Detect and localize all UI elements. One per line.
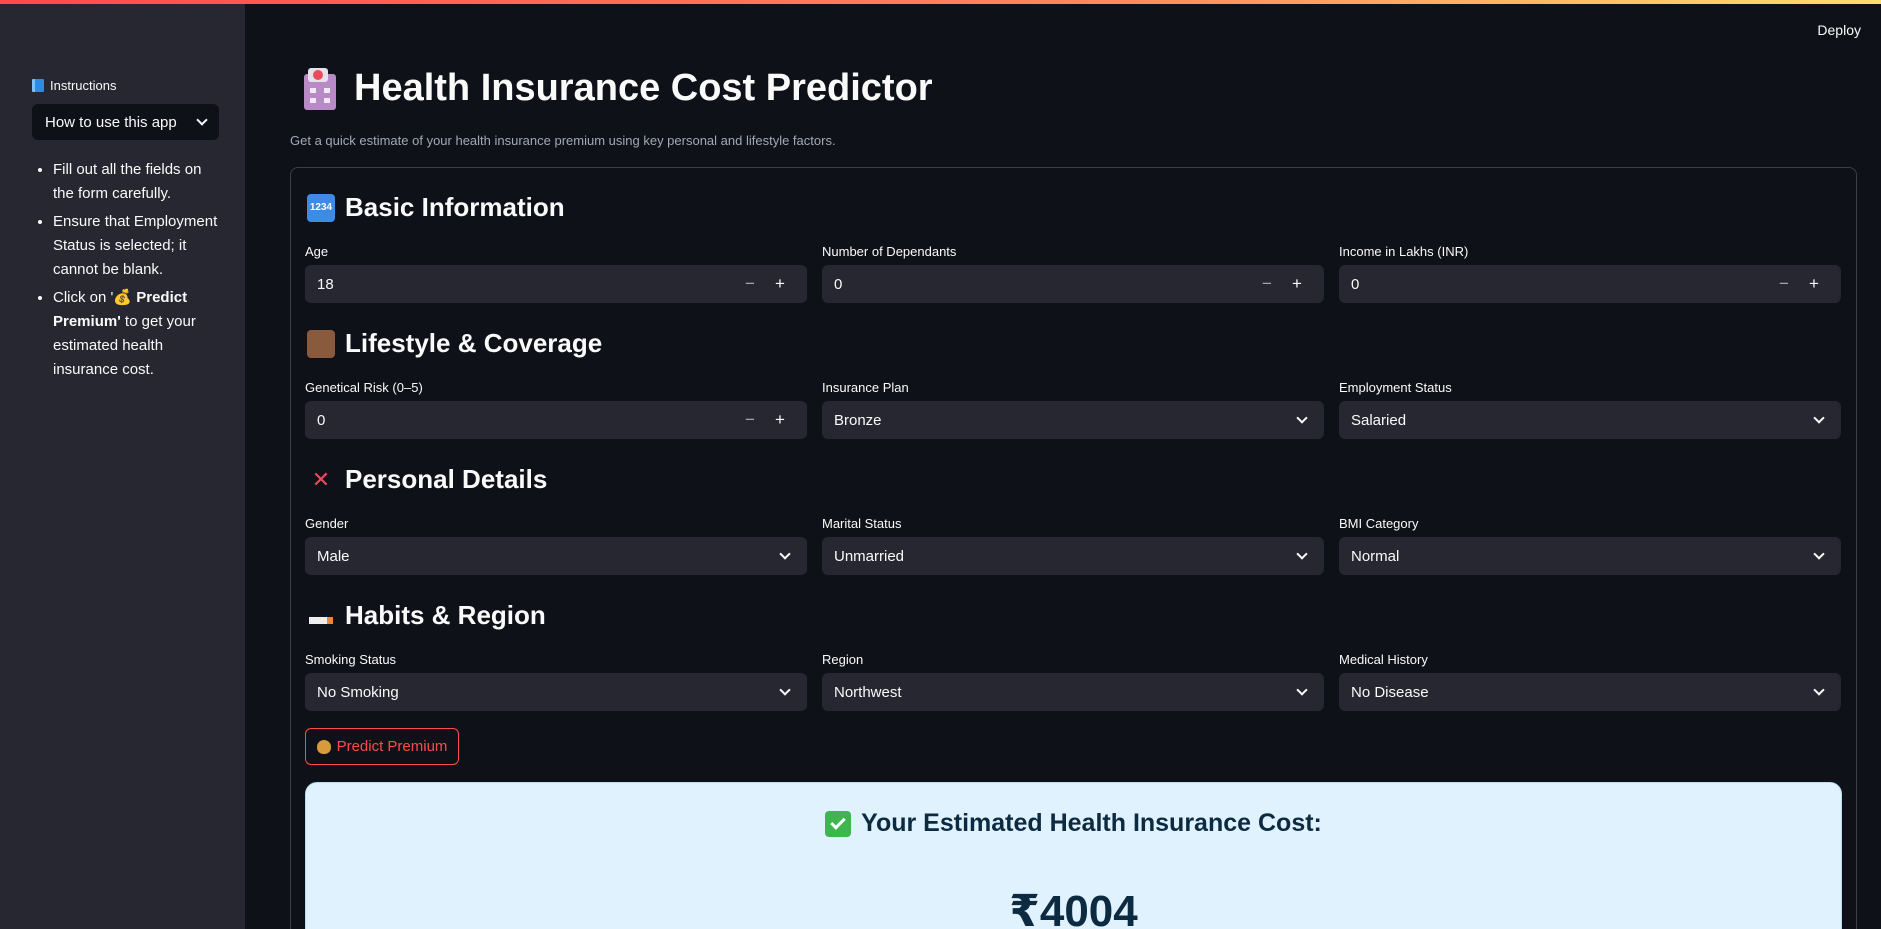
title-row: Health Insurance Cost Predictor bbox=[300, 66, 933, 110]
instruction-item: Click on '💰 Predict Premium' to get your… bbox=[53, 286, 219, 382]
marital-status-label: Marital Status bbox=[822, 516, 902, 531]
briefcase-icon bbox=[307, 329, 335, 358]
employment-status-select[interactable]: Salaried bbox=[1339, 401, 1841, 439]
chevron-down-icon bbox=[1813, 684, 1825, 696]
numbers-icon: 1234 bbox=[307, 193, 335, 222]
section-personal-details: ✕ Personal Details bbox=[307, 464, 548, 495]
increment-button[interactable]: + bbox=[765, 410, 795, 430]
estimated-cost-value: ₹4004 bbox=[1009, 887, 1138, 929]
medical-history-value: No Disease bbox=[1351, 683, 1429, 701]
gender-label: Gender bbox=[305, 516, 349, 531]
smoking-status-select[interactable]: No Smoking bbox=[305, 673, 807, 711]
increment-button[interactable]: + bbox=[1799, 274, 1829, 294]
top-decoration-bar bbox=[0, 0, 1881, 4]
section-basic-information: 1234 Basic Information bbox=[307, 192, 565, 223]
instruction-item: Fill out all the fields on the form care… bbox=[53, 158, 219, 206]
section-lifestyle-coverage: Lifestyle & Coverage bbox=[307, 328, 602, 359]
smoking-status-value: No Smoking bbox=[317, 683, 399, 701]
chevron-down-icon bbox=[779, 548, 791, 560]
hospital-icon bbox=[300, 66, 340, 110]
decrement-button[interactable]: − bbox=[735, 274, 765, 294]
increment-button[interactable]: + bbox=[1282, 274, 1312, 294]
chevron-down-icon bbox=[779, 684, 791, 696]
predict-button-label: Predict Premium bbox=[336, 738, 448, 755]
page-subtitle: Get a quick estimate of your health insu… bbox=[290, 133, 836, 148]
gender-select[interactable]: Male bbox=[305, 537, 807, 575]
result-heading: Your Estimated Health Insurance Cost: bbox=[306, 809, 1841, 838]
genetical-risk-value: 0 bbox=[317, 411, 326, 429]
region-label: Region bbox=[822, 652, 864, 667]
chevron-down-icon bbox=[1296, 412, 1308, 424]
insurance-plan-value: Bronze bbox=[834, 411, 882, 429]
income-input[interactable]: 0 − + bbox=[1339, 265, 1841, 303]
age-value: 18 bbox=[317, 275, 334, 293]
marital-status-value: Unmarried bbox=[834, 547, 905, 565]
chevron-down-icon bbox=[1296, 684, 1308, 696]
bmi-category-select[interactable]: Normal bbox=[1339, 537, 1841, 575]
instruction-item: Ensure that Employment Status is selecte… bbox=[53, 210, 219, 282]
income-label: Income in Lakhs (INR) bbox=[1339, 244, 1469, 259]
check-mark-icon bbox=[825, 810, 852, 837]
expander-label: How to use this app bbox=[45, 113, 177, 131]
insurance-plan-label: Insurance Plan bbox=[822, 380, 909, 395]
prediction-form: 1234 Basic Information Age 18 − + Number… bbox=[290, 167, 1857, 929]
age-input[interactable]: 18 − + bbox=[305, 265, 807, 303]
employment-status-label: Employment Status bbox=[1339, 380, 1452, 395]
decrement-button[interactable]: − bbox=[1252, 274, 1282, 294]
region-select[interactable]: Northwest bbox=[822, 673, 1324, 711]
how-to-use-expander[interactable]: How to use this app bbox=[32, 104, 219, 140]
insurance-plan-select[interactable]: Bronze bbox=[822, 401, 1324, 439]
marital-status-select[interactable]: Unmarried bbox=[822, 537, 1324, 575]
result-title: Your Estimated Health Insurance Cost: bbox=[861, 809, 1322, 837]
medical-history-label: Medical History bbox=[1339, 652, 1428, 667]
smoking-status-label: Smoking Status bbox=[305, 652, 397, 667]
result-panel: Your Estimated Health Insurance Cost: ₹4… bbox=[305, 782, 1842, 929]
section-title: Basic Information bbox=[345, 192, 565, 222]
section-title: Lifestyle & Coverage bbox=[345, 328, 603, 358]
employment-status-value: Salaried bbox=[1351, 411, 1407, 429]
instructions-label: Instructions bbox=[50, 77, 117, 93]
instructions-list: Fill out all the fields on the form care… bbox=[32, 158, 219, 382]
book-icon bbox=[32, 78, 44, 92]
increment-button[interactable]: + bbox=[765, 274, 795, 294]
medical-history-select[interactable]: No Disease bbox=[1339, 673, 1841, 711]
chevron-down-icon bbox=[1813, 412, 1825, 424]
age-label: Age bbox=[305, 244, 329, 259]
deploy-button[interactable]: Deploy bbox=[1817, 22, 1861, 38]
chevron-down-icon bbox=[1813, 548, 1825, 560]
chevron-down-icon bbox=[1296, 548, 1308, 560]
dependants-value: 0 bbox=[834, 275, 843, 293]
instructions-heading: Instructions bbox=[32, 74, 219, 96]
predict-premium-button[interactable]: Predict Premium bbox=[305, 728, 459, 765]
bmi-category-label: BMI Category bbox=[1339, 516, 1419, 531]
region-value: Northwest bbox=[834, 683, 902, 701]
money-bag-icon bbox=[316, 739, 331, 754]
dependants-label: Number of Dependants bbox=[822, 244, 957, 259]
sidebar: Instructions How to use this app Fill ou… bbox=[0, 0, 245, 929]
section-title: Habits & Region bbox=[345, 600, 546, 630]
dna-icon: ✕ bbox=[311, 466, 331, 492]
decrement-button[interactable]: − bbox=[735, 410, 765, 430]
gender-value: Male bbox=[317, 547, 350, 565]
cigarette-icon bbox=[307, 602, 335, 630]
genetical-risk-label: Genetical Risk (0–5) bbox=[305, 380, 423, 395]
decrement-button[interactable]: − bbox=[1769, 274, 1799, 294]
section-habits-region: Habits & Region bbox=[307, 600, 546, 631]
genetical-risk-input[interactable]: 0 − + bbox=[305, 401, 807, 439]
dependants-input[interactable]: 0 − + bbox=[822, 265, 1324, 303]
instruction-text: Click on ' bbox=[53, 289, 114, 306]
income-value: 0 bbox=[1351, 275, 1360, 293]
section-title: Personal Details bbox=[345, 464, 548, 494]
page-title: Health Insurance Cost Predictor bbox=[354, 66, 933, 109]
bmi-category-value: Normal bbox=[1351, 547, 1400, 565]
chevron-down-icon bbox=[196, 114, 208, 126]
